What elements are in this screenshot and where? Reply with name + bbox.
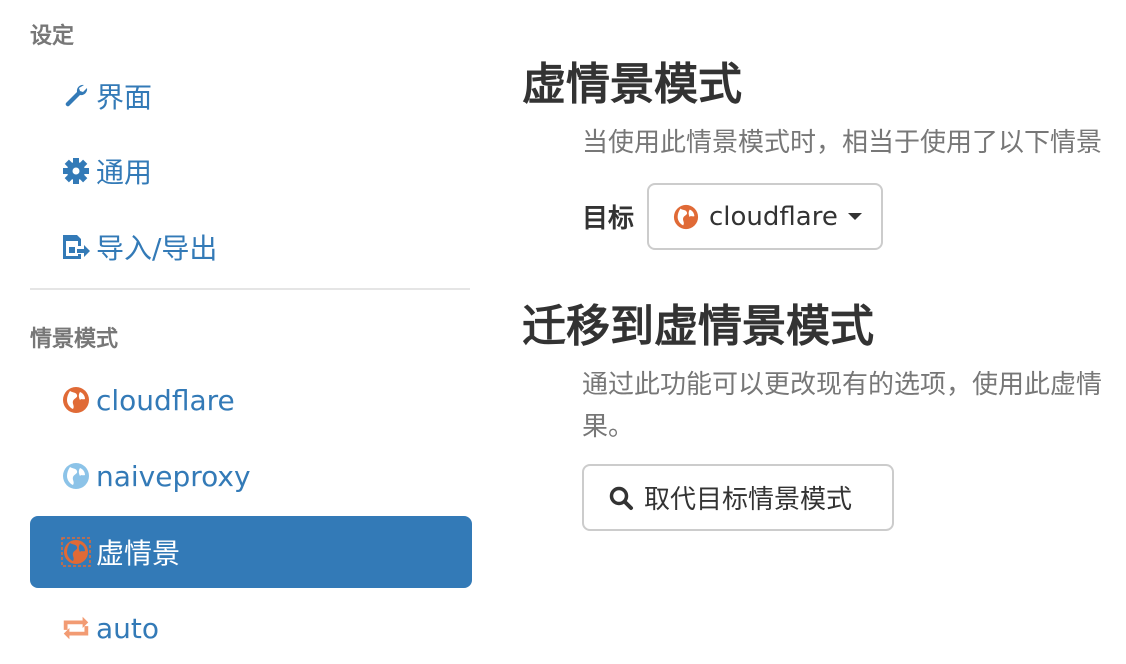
sidebar-item-label: auto bbox=[96, 611, 160, 645]
sidebar-item-label: 界面 bbox=[96, 81, 153, 114]
migrate-help-line2: 果。 bbox=[582, 412, 635, 442]
sidebar-item-label: 导入/导出 bbox=[96, 232, 218, 265]
globe-orange-icon bbox=[673, 204, 699, 230]
sidebar-item-general[interactable]: 通用 bbox=[30, 135, 472, 207]
sidebar-item-import-export[interactable]: 导入/导出 bbox=[30, 211, 472, 283]
caret-down-icon bbox=[847, 213, 862, 220]
replace-button-label: 取代目标情景模式 bbox=[644, 485, 853, 515]
sidebar-item-virtual-profile[interactable]: 虚情景 bbox=[30, 516, 472, 588]
sidebar-item-label: 虚情景 bbox=[96, 537, 181, 570]
virtual-profile-help: 当使用此情景模式时，相当于使用了以下情景 bbox=[582, 128, 1103, 158]
wrench-icon bbox=[60, 80, 92, 112]
target-profile-value: cloudflare bbox=[709, 201, 838, 232]
sidebar-item-label: cloudflare bbox=[96, 383, 235, 417]
globe-orange-icon bbox=[60, 384, 92, 416]
migrate-title: 迁移到虚情景模式 bbox=[522, 301, 874, 352]
target-profile-dropdown[interactable]: cloudflare bbox=[647, 183, 883, 250]
settings-header: 设定 bbox=[30, 24, 75, 49]
search-icon bbox=[608, 485, 634, 511]
sidebar-divider bbox=[30, 288, 470, 290]
sidebar-item-auto[interactable]: auto bbox=[30, 592, 472, 664]
sidebar-item-label: 通用 bbox=[96, 156, 153, 189]
sidebar: 设定 界面 通用 导入/导出 情景模式 cloudflare naiveprox… bbox=[0, 0, 480, 654]
replace-target-profile-button[interactable]: 取代目标情景模式 bbox=[582, 464, 894, 531]
migrate-help-line1: 通过此功能可以更改现有的选项，使用此虚情 bbox=[582, 370, 1103, 400]
floppy-import-icon bbox=[60, 231, 92, 263]
sidebar-item-interface[interactable]: 界面 bbox=[30, 60, 472, 132]
sidebar-item-cloudflare[interactable]: cloudflare bbox=[30, 364, 472, 436]
globe-virtual-icon bbox=[60, 536, 92, 568]
sidebar-item-label: naiveproxy bbox=[96, 459, 251, 493]
switch-arrows-icon bbox=[60, 612, 92, 644]
target-label: 目标 bbox=[582, 204, 635, 234]
profiles-header: 情景模式 bbox=[30, 327, 119, 352]
sidebar-item-naiveproxy[interactable]: naiveproxy bbox=[30, 440, 472, 512]
virtual-profile-title: 虚情景模式 bbox=[522, 59, 742, 110]
gear-icon bbox=[60, 155, 92, 187]
globe-lightblue-icon bbox=[60, 460, 92, 492]
